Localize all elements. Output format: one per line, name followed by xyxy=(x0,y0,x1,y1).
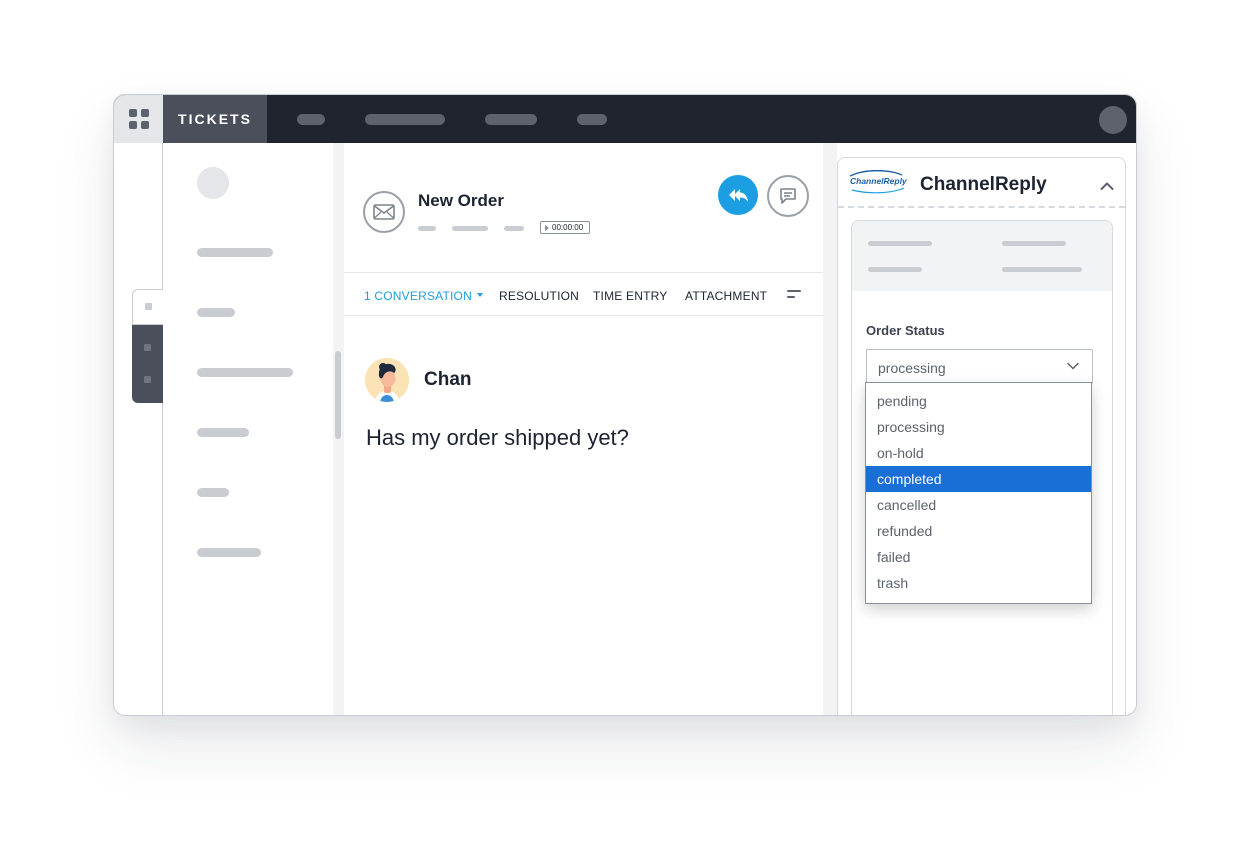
order-status-label: Order Status xyxy=(866,323,945,338)
rail-tab-group[interactable] xyxy=(132,325,163,403)
meta-placeholder xyxy=(418,226,436,231)
user-avatar[interactable] xyxy=(1099,106,1127,134)
chevron-down-icon xyxy=(1067,362,1079,370)
tab-conversation[interactable]: 1 CONVERSATION xyxy=(364,289,483,303)
meta-placeholder xyxy=(504,226,524,231)
message-body: Has my order shipped yet? xyxy=(366,425,629,450)
panel-header: ChannelReply ChannelReply xyxy=(838,158,1125,208)
tickets-tab[interactable]: TICKETS xyxy=(163,95,267,143)
list-scrollbar-thumb[interactable] xyxy=(335,351,341,439)
avatar-placeholder xyxy=(197,167,229,199)
panel-gutter xyxy=(823,143,837,715)
order-card-header xyxy=(852,221,1112,291)
list-item[interactable] xyxy=(197,308,235,317)
add-note-button[interactable] xyxy=(767,175,809,217)
note-icon xyxy=(780,188,796,204)
list-item[interactable] xyxy=(197,368,293,377)
tab-resolution[interactable]: RESOLUTION xyxy=(499,289,579,303)
nav-item-placeholder[interactable] xyxy=(577,114,607,125)
chevron-up-icon[interactable] xyxy=(1100,178,1114,190)
list-item[interactable] xyxy=(197,248,273,257)
order-status-select[interactable]: processing xyxy=(866,349,1093,384)
nav-item-placeholder[interactable] xyxy=(485,114,537,125)
list-item[interactable] xyxy=(197,428,249,437)
order-status-dropdown: pending processing on-hold completed can… xyxy=(865,382,1092,604)
customer-avatar xyxy=(365,358,409,402)
apps-grid-button[interactable] xyxy=(114,95,163,143)
panel-title: ChannelReply xyxy=(920,174,1047,195)
tab-time-entry[interactable]: TIME ENTRY xyxy=(593,289,667,303)
app-window: TICKETS New Order 00:00:00 1 CONVERSATIO… xyxy=(113,94,1137,716)
option-processing[interactable]: processing xyxy=(866,414,1091,440)
caret-down-icon xyxy=(476,292,483,297)
option-refunded[interactable]: refunded xyxy=(866,518,1091,544)
ticket-view: New Order 00:00:00 1 CONVERSATION RESOLU… xyxy=(344,143,823,715)
ticket-list xyxy=(163,143,333,715)
ticket-title: New Order xyxy=(418,191,504,210)
message-author: Chan xyxy=(424,369,472,390)
ticket-tabs: 1 CONVERSATION RESOLUTION TIME ENTRY ATT… xyxy=(344,272,823,316)
play-icon xyxy=(545,224,549,231)
left-rail xyxy=(114,143,163,715)
order-status-value: processing xyxy=(878,360,946,376)
meta-placeholder xyxy=(452,226,488,231)
sort-menu-icon[interactable] xyxy=(787,290,803,300)
option-trash[interactable]: trash xyxy=(866,570,1091,596)
reply-all-icon xyxy=(729,189,748,202)
channelreply-logo: ChannelReply xyxy=(846,170,908,194)
time-tracker[interactable]: 00:00:00 xyxy=(540,221,590,234)
option-cancelled[interactable]: cancelled xyxy=(866,492,1091,518)
tab-attachment[interactable]: ATTACHMENT xyxy=(685,289,767,303)
nav-item-placeholder[interactable] xyxy=(297,114,325,125)
envelope-icon xyxy=(363,191,405,233)
timer-value: 00:00:00 xyxy=(552,223,584,232)
reply-all-button[interactable] xyxy=(718,175,758,215)
list-item[interactable] xyxy=(197,488,229,497)
grid-icon xyxy=(128,109,149,129)
option-pending[interactable]: pending xyxy=(866,388,1091,414)
list-item[interactable] xyxy=(197,548,261,557)
nav-item-placeholder[interactable] xyxy=(365,114,445,125)
option-completed[interactable]: completed xyxy=(866,466,1091,492)
option-on-hold[interactable]: on-hold xyxy=(866,440,1091,466)
top-bar: TICKETS xyxy=(114,95,1136,143)
rail-tab[interactable] xyxy=(132,289,163,325)
option-failed[interactable]: failed xyxy=(866,544,1091,570)
